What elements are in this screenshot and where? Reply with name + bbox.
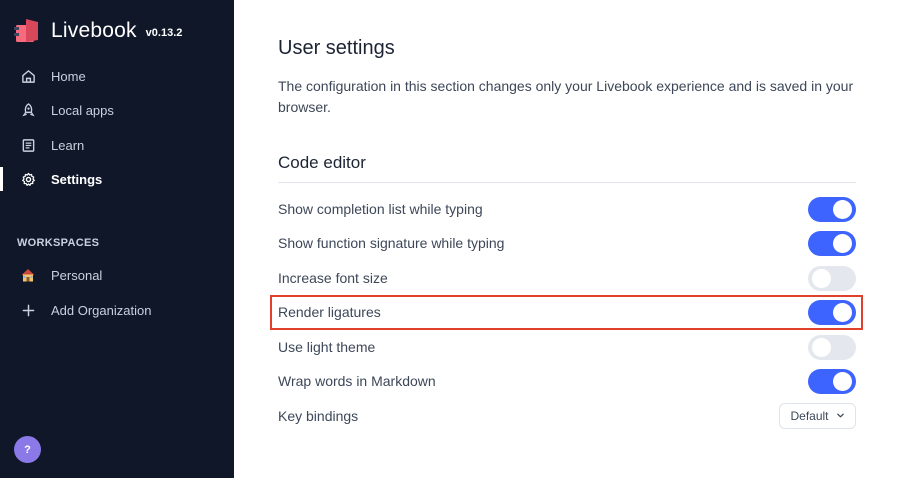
sidebar-item-home[interactable]: Home — [0, 60, 234, 92]
brand[interactable]: Livebook v0.13.2 — [12, 15, 182, 47]
help-button[interactable]: ? — [14, 436, 41, 463]
toggle-knob — [812, 268, 831, 288]
workspace-item-personal[interactable]: Personal — [0, 259, 234, 291]
toggle-knob — [812, 337, 831, 357]
setting-label: Show completion list while typing — [278, 201, 483, 217]
function-signature-toggle[interactable] — [808, 230, 856, 256]
completion-list-toggle[interactable] — [808, 196, 856, 222]
toggle-knob — [833, 199, 852, 219]
highlight-box — [270, 295, 863, 330]
workspace-label: Add Organization — [51, 302, 152, 318]
key-bindings-select[interactable]: Default — [779, 403, 856, 429]
sidebar-item-label: Local apps — [51, 102, 114, 118]
toggle-knob — [833, 371, 852, 391]
rocket-icon — [20, 102, 36, 118]
home-icon — [20, 68, 36, 84]
setting-label: Key bindings — [278, 408, 359, 424]
page-description: The configuration in this section change… — [278, 78, 854, 115]
setting-label: Increase font size — [278, 270, 388, 286]
section-divider — [278, 182, 856, 183]
sidebar-item-label: Home — [51, 68, 86, 84]
sidebar-item-label: Settings — [51, 171, 103, 187]
add-organization-button[interactable]: Add Organization — [0, 294, 234, 326]
setting-row: Key bindings Default — [278, 403, 856, 429]
setting-row: Increase font size — [278, 265, 856, 291]
app-version: v0.13.2 — [145, 27, 183, 39]
plus-icon — [20, 302, 36, 318]
workspaces-heading: WORKSPACES — [17, 237, 100, 249]
toggle-knob — [833, 233, 852, 253]
chevron-down-icon — [836, 409, 845, 423]
select-value: Default — [790, 409, 829, 423]
wrap-words-toggle[interactable] — [808, 368, 856, 394]
sidebar-item-label: Learn — [51, 137, 85, 153]
sidebar-item-local-apps[interactable]: Local apps — [0, 94, 234, 126]
setting-label: Show function signature while typing — [278, 235, 505, 251]
app-name: Livebook — [51, 19, 137, 42]
section-title-code-editor: Code editor — [278, 153, 366, 172]
livebook-logo-icon — [14, 19, 38, 42]
workspace-label: Personal — [51, 267, 103, 283]
setting-label: Wrap words in Markdown — [278, 373, 436, 389]
house-emoji-icon — [20, 267, 36, 283]
sidebar-item-settings[interactable]: Settings — [0, 163, 234, 195]
increase-font-size-toggle[interactable] — [808, 265, 856, 291]
setting-row: Show function signature while typing — [278, 230, 856, 256]
sidebar: Livebook v0.13.2 Home Local apps Learn S… — [0, 0, 234, 478]
gear-icon — [20, 171, 36, 187]
setting-row: Use light theme — [278, 334, 856, 360]
setting-row: Show completion list while typing — [278, 196, 856, 222]
light-theme-toggle[interactable] — [808, 334, 856, 360]
page-title: User settings — [278, 37, 395, 59]
setting-label: Use light theme — [278, 339, 376, 355]
sidebar-item-learn[interactable]: Learn — [0, 129, 234, 161]
book-icon — [20, 137, 36, 153]
setting-row: Wrap words in Markdown — [278, 368, 856, 394]
